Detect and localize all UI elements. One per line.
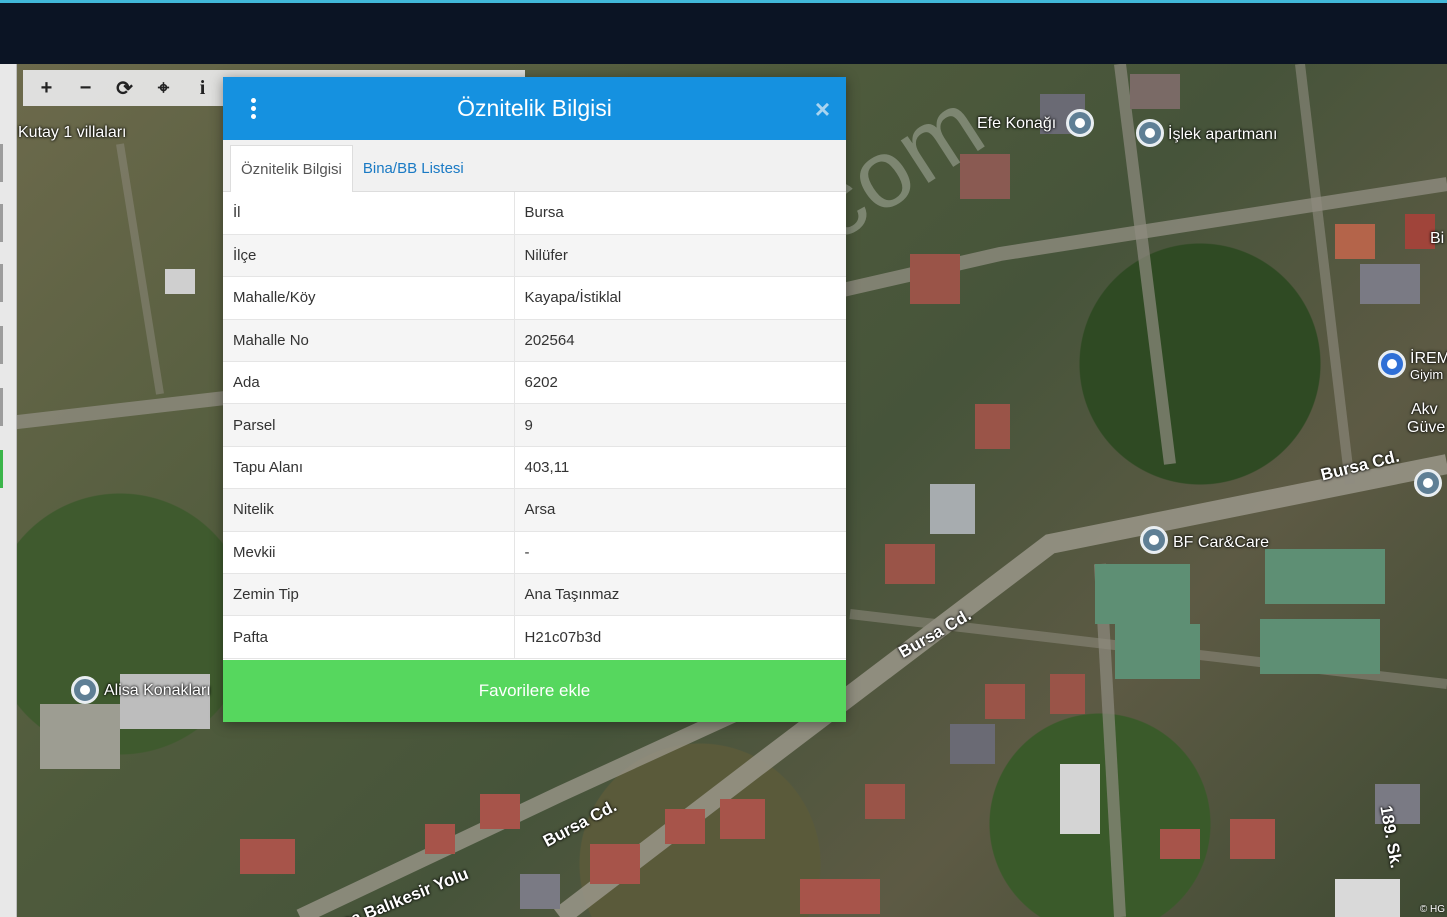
table-row: Tapu Alanı 403,11: [223, 446, 846, 490]
table-row: Mahalle No 202564: [223, 319, 846, 363]
attribute-key: Mahalle/Köy: [223, 276, 515, 320]
dialog-header: Öznitelik Bilgisi ×: [223, 77, 846, 140]
close-icon[interactable]: ×: [815, 94, 830, 125]
place-label-irem-sub: Giyim: [1410, 367, 1444, 382]
locate-icon[interactable]: ⌖: [148, 73, 179, 103]
attribute-key: Zemin Tip: [223, 573, 515, 617]
attribute-value: 6202: [514, 361, 846, 405]
table-row: Nitelik Arsa: [223, 488, 846, 532]
map-marker-icon[interactable]: [71, 676, 99, 704]
place-label-alisa: Alisa Konakları: [104, 682, 211, 699]
map-marker-icon[interactable]: [1414, 469, 1442, 497]
side-tab[interactable]: [0, 388, 3, 426]
map-copyright: © HG: [1419, 904, 1445, 915]
more-vertical-icon[interactable]: [243, 93, 263, 123]
info-icon[interactable]: i: [187, 73, 218, 103]
side-tab[interactable]: [0, 326, 3, 364]
place-label-irem: İREM: [1410, 350, 1447, 367]
place-label-akv: Akv: [1411, 401, 1438, 418]
top-navigation-bar: [0, 3, 1447, 64]
attribute-key: Nitelik: [223, 488, 515, 532]
attribute-value: Kayapa/İstiklal: [514, 276, 846, 320]
shopping-marker-icon[interactable]: [1378, 350, 1406, 378]
table-row: İlçe Nilüfer: [223, 234, 846, 278]
attribute-value: Bursa: [514, 192, 846, 235]
place-label-guve: Güve: [1407, 419, 1446, 436]
dialog-title: Öznitelik Bilgisi: [457, 95, 612, 121]
place-label-islek: İşlek apartmanı: [1168, 126, 1278, 143]
table-row: Ada 6202: [223, 361, 846, 405]
place-label-kutay: Kutay 1 villaları: [18, 124, 127, 141]
attribute-value: Nilüfer: [514, 234, 846, 278]
attribute-key: Ada: [223, 361, 515, 405]
attribute-value: H21c07b3d: [514, 615, 846, 659]
tab-attribute-info[interactable]: Öznitelik Bilgisi: [230, 145, 353, 192]
table-row: Zemin Tip Ana Taşınmaz: [223, 573, 846, 617]
map-marker-icon[interactable]: [1066, 109, 1094, 137]
side-tab-active[interactable]: [0, 450, 3, 488]
place-label-bf: BF Car&Care: [1173, 534, 1270, 551]
refresh-icon[interactable]: ⟳: [109, 73, 140, 103]
add-to-favorites-button[interactable]: Favorilere ekle: [223, 660, 846, 722]
attribute-key: Tapu Alanı: [223, 446, 515, 490]
zoom-out-icon[interactable]: −: [70, 73, 101, 103]
left-side-panel: [0, 64, 17, 917]
tab-building-list[interactable]: Bina/BB Listesi: [353, 145, 474, 192]
dialog-tabs: Öznitelik Bilgisi Bina/BB Listesi: [223, 140, 846, 192]
attribute-key: Mevkii: [223, 531, 515, 575]
table-row: Parsel 9: [223, 403, 846, 447]
attribute-value: 403,11: [514, 446, 846, 490]
map-marker-icon[interactable]: [1140, 526, 1168, 554]
attribute-value: 9: [514, 403, 846, 447]
map-marker-icon[interactable]: [1136, 119, 1164, 147]
zoom-in-icon[interactable]: +: [31, 73, 62, 103]
place-label-efe: Efe Konağı: [977, 115, 1057, 132]
attribute-key: Parsel: [223, 403, 515, 447]
attribute-value: Arsa: [514, 488, 846, 532]
table-row: Mevkii -: [223, 531, 846, 575]
attribute-value: -: [514, 531, 846, 575]
side-tab[interactable]: [0, 204, 3, 242]
attribute-key: Pafta: [223, 615, 515, 659]
side-tab[interactable]: [0, 144, 3, 182]
attribute-value: 202564: [514, 319, 846, 363]
table-row: Pafta H21c07b3d: [223, 615, 846, 659]
attribute-key: İl: [223, 192, 515, 235]
place-label-bi: Bi: [1430, 230, 1445, 247]
attribute-info-dialog: Öznitelik Bilgisi × Öznitelik Bilgisi Bi…: [223, 77, 846, 722]
side-tab[interactable]: [0, 264, 3, 302]
attribute-table: İl Bursa İlçe Nilüfer Mahalle/Köy Kayapa/İsti…: [223, 192, 846, 659]
attribute-value: Ana Taşınmaz: [514, 573, 846, 617]
attribute-key: Mahalle No: [223, 319, 515, 363]
table-row: İl Bursa: [223, 192, 846, 235]
table-row: Mahalle/Köy Kayapa/İstiklal: [223, 276, 846, 320]
attribute-key: İlçe: [223, 234, 515, 278]
